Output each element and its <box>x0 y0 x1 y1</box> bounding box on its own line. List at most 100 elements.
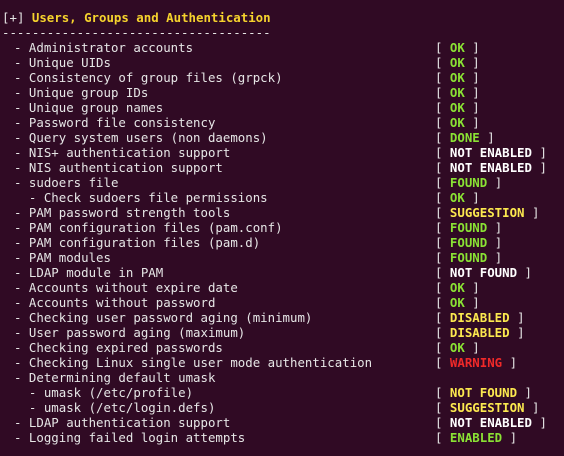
check-label: - Accounts without expire date <box>14 280 238 295</box>
check-label: - LDAP authentication support <box>14 415 231 430</box>
status-value: OK <box>449 70 465 85</box>
status-value: FOUND <box>449 220 488 235</box>
check-label: - sudoers file <box>14 175 119 190</box>
check-label: - Unique UIDs <box>14 55 111 70</box>
check-row: - sudoers file [ FOUND ] <box>2 175 564 190</box>
check-label: - PAM password strength tools <box>14 205 231 220</box>
status-bracket-open: [ <box>435 385 450 400</box>
check-row: - Check sudoers file permissions [ OK ] <box>2 190 564 205</box>
status-value: FOUND <box>449 235 488 250</box>
check-row: - umask (/etc/profile) [ NOT FOUND ] <box>2 385 564 400</box>
status-badge: [ FOUND ] <box>435 250 502 265</box>
status-bracket-open: [ <box>435 235 450 250</box>
check-label: - Password file consistency <box>14 115 216 130</box>
status-value: WARNING <box>449 355 503 370</box>
status-badge: [ DONE ] <box>435 130 495 145</box>
status-value: NOT FOUND <box>449 265 518 280</box>
status-bracket-open: [ <box>435 250 450 265</box>
check-row: - Accounts without password [ OK ] <box>2 295 564 310</box>
status-bracket-close: ] <box>464 115 480 130</box>
status-badge: [ OK ] <box>435 55 480 70</box>
status-value: OK <box>449 115 465 130</box>
check-row: - Checking Linux single user mode authen… <box>2 355 564 370</box>
check-label: - Query system users (non daemons) <box>14 130 268 145</box>
status-badge: [ ENABLED ] <box>435 430 517 445</box>
status-badge: [ OK ] <box>435 85 480 100</box>
check-row: - Accounts without expire date [ OK ] <box>2 280 564 295</box>
check-label: - PAM configuration files (pam.conf) <box>14 220 283 235</box>
status-badge: [ FOUND ] <box>435 175 502 190</box>
status-value: OK <box>449 340 465 355</box>
check-row: - Unique group IDs [ OK ] <box>2 85 564 100</box>
status-bracket-close: ] <box>464 70 480 85</box>
status-bracket-open: [ <box>435 175 450 190</box>
status-value: DONE <box>449 130 480 145</box>
status-bracket-close: ] <box>487 250 503 265</box>
status-badge: [ WARNING ] <box>435 355 517 370</box>
check-row: - LDAP authentication support [ NOT ENABL… <box>2 415 564 430</box>
section-title: Users, Groups and Authentication <box>31 10 271 25</box>
status-value: OK <box>449 280 465 295</box>
status-bracket-close: ] <box>531 145 547 160</box>
status-bracket-open: [ <box>435 340 450 355</box>
status-value: ENABLED <box>449 430 503 445</box>
status-value: SUGGESTION <box>449 400 525 415</box>
check-label: - umask (/etc/login.defs) <box>14 400 216 415</box>
status-bracket-close: ] <box>509 325 525 340</box>
status-bracket-open: [ <box>435 40 450 55</box>
check-label: - Determining default umask <box>14 370 216 385</box>
status-bracket-open: [ <box>435 355 450 370</box>
check-row: - PAM configuration files (pam.d) [ FOUND… <box>2 235 564 250</box>
status-bracket-open: [ <box>435 145 450 160</box>
status-value: OK <box>449 100 465 115</box>
status-value: NOT ENABLED <box>449 415 532 430</box>
status-bracket-close: ] <box>464 295 480 310</box>
check-label: - LDAP module in PAM <box>14 265 164 280</box>
status-bracket-close: ] <box>487 235 503 250</box>
status-badge: [ DISABLED ] <box>435 310 525 325</box>
check-row: - PAM configuration files (pam.conf) [ FO… <box>2 220 564 235</box>
check-label: - PAM configuration files (pam.d) <box>14 235 261 250</box>
status-value: DISABLED <box>449 325 510 340</box>
status-value: NOT FOUND <box>449 385 518 400</box>
status-value: FOUND <box>449 175 488 190</box>
status-bracket-close: ] <box>464 280 480 295</box>
status-bracket-close: ] <box>479 130 495 145</box>
check-row: - NIS authentication support [ NOT ENABLE… <box>2 160 564 175</box>
status-bracket-open: [ <box>435 310 450 325</box>
check-row: - Determining default umask <box>2 370 564 385</box>
check-row: - Checking expired passwords [ OK ] <box>2 340 564 355</box>
status-value: DISABLED <box>449 310 510 325</box>
status-badge: [ SUGGESTION ] <box>435 205 539 220</box>
status-badge: [ SUGGESTION ] <box>435 400 539 415</box>
terminal-window[interactable]: [+] Users, Groups and Authentication ---… <box>0 0 564 456</box>
status-bracket-open: [ <box>435 55 450 70</box>
status-value: OK <box>449 55 465 70</box>
status-bracket-close: ] <box>487 220 503 235</box>
status-bracket-open: [ <box>435 325 450 340</box>
status-bracket-close: ] <box>524 400 540 415</box>
status-badge: [ FOUND ] <box>435 220 502 235</box>
status-bracket-open: [ <box>435 265 450 280</box>
status-bracket-close: ] <box>517 265 532 280</box>
check-row: - User password aging (maximum) [ DISABLE… <box>2 325 564 340</box>
check-row: - Unique UIDs [ OK ] <box>2 55 564 70</box>
status-bracket-close: ] <box>517 385 532 400</box>
status-bracket-close: ] <box>502 355 518 370</box>
section-header: [+] Users, Groups and Authentication <box>2 10 271 25</box>
check-row: - umask (/etc/login.defs) [ SUGGESTION ] <box>2 400 564 415</box>
status-bracket-open: [ <box>435 295 450 310</box>
status-bracket-open: [ <box>435 430 450 445</box>
status-bracket-open: [ <box>435 100 450 115</box>
check-list: - Administrator accounts[ OK ] - Unique U… <box>2 40 564 445</box>
status-badge: [ OK ] <box>435 190 480 205</box>
status-bracket-close: ] <box>464 40 480 55</box>
status-badge: [ OK ] <box>435 340 480 355</box>
status-value: NOT ENABLED <box>449 145 532 160</box>
check-label: - Checking expired passwords <box>14 340 223 355</box>
status-badge: [ OK ] <box>435 40 480 55</box>
status-value: FOUND <box>449 250 488 265</box>
status-badge: [ OK ] <box>435 295 480 310</box>
status-bracket-open: [ <box>435 85 450 100</box>
check-row: - Password file consistency [ OK ] <box>2 115 564 130</box>
